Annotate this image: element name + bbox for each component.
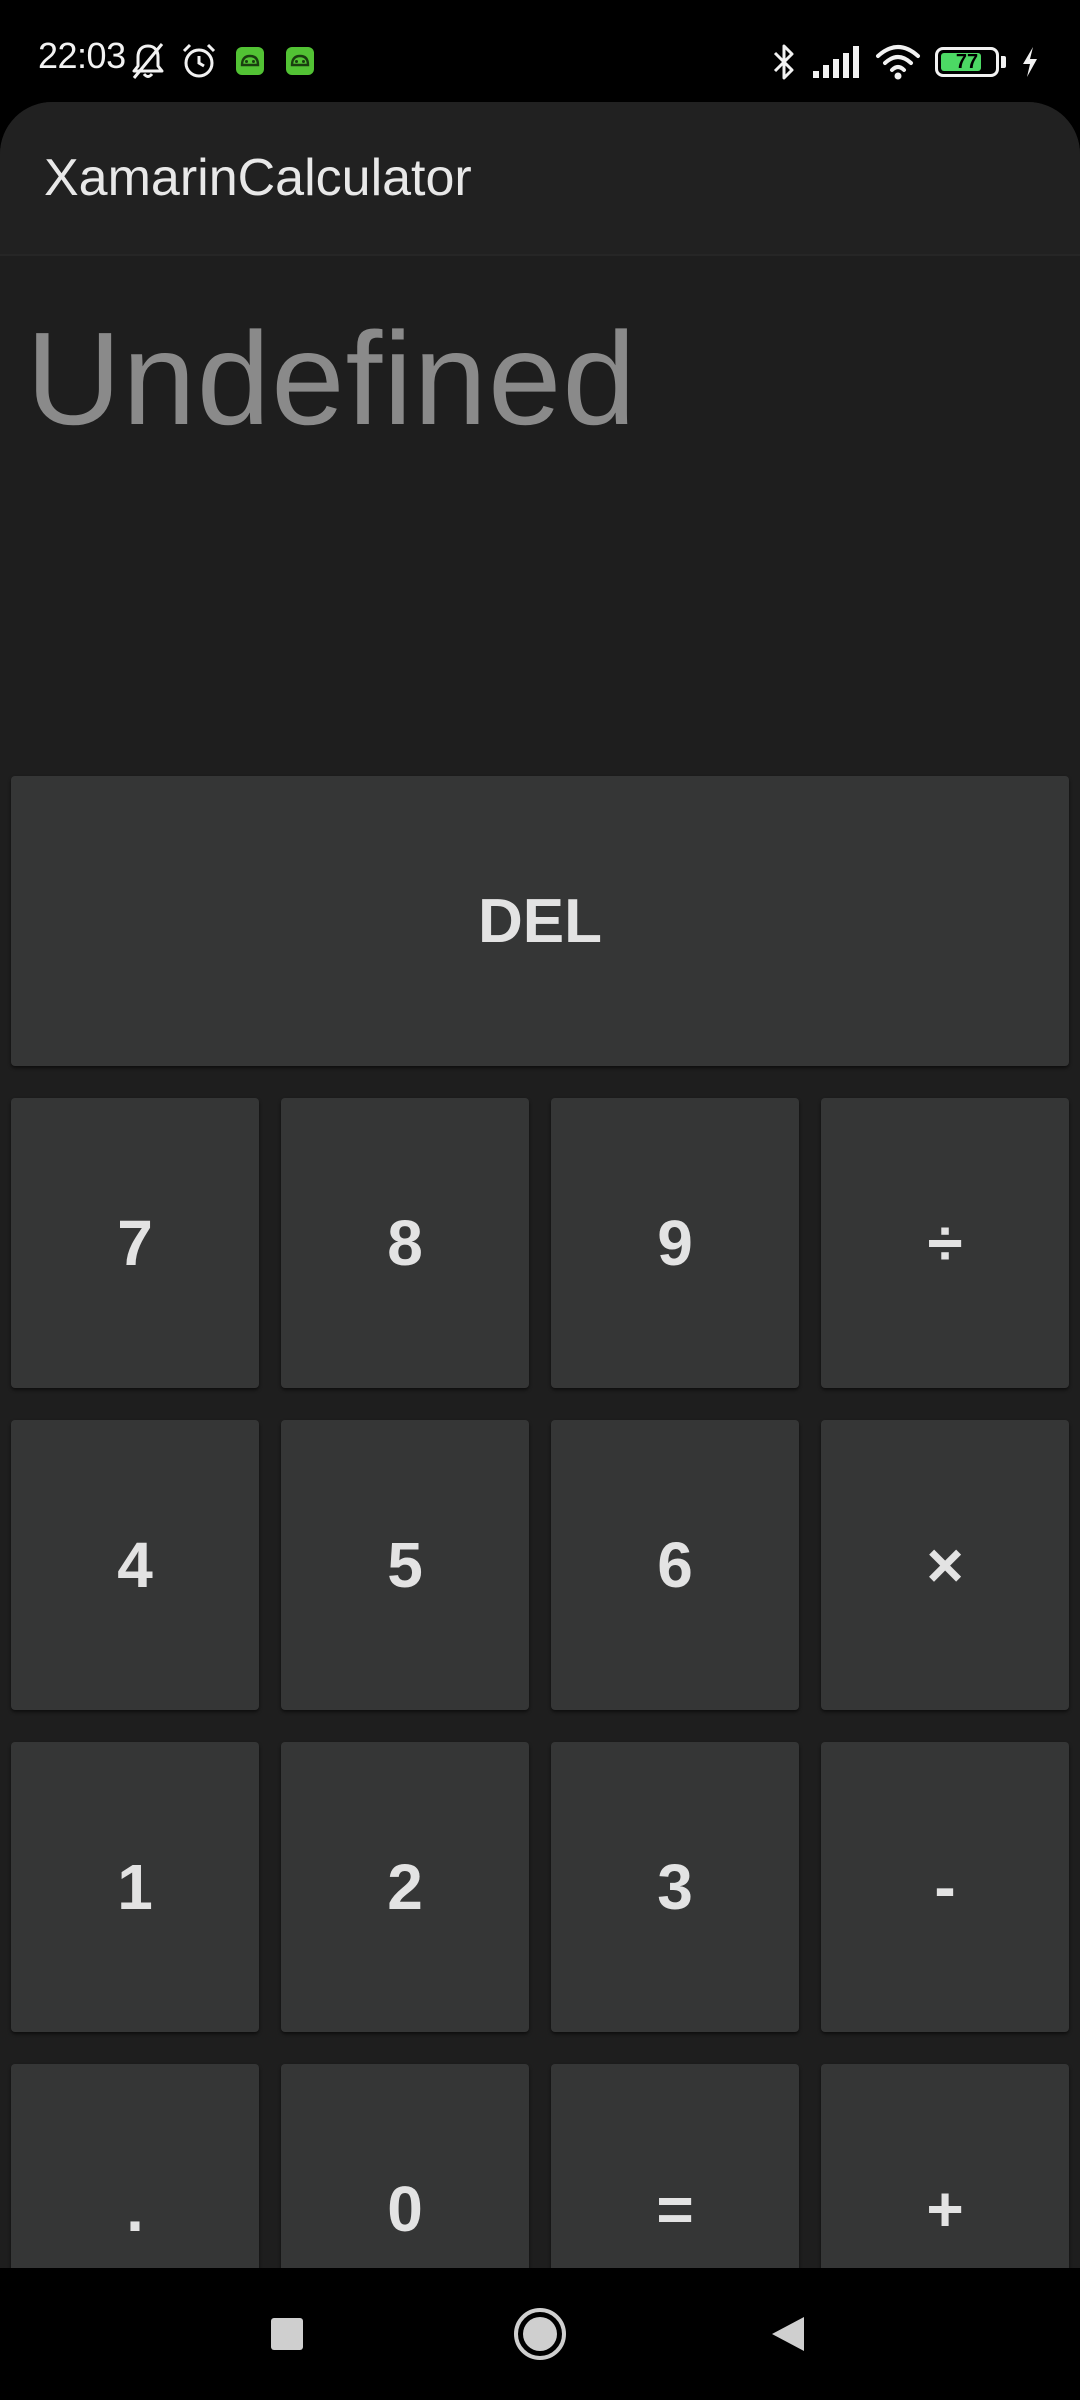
back-button[interactable] [758,2304,818,2364]
key-2[interactable]: 2 [281,1742,529,2032]
key-8[interactable]: 8 [281,1098,529,1388]
alarm-icon [180,42,218,80]
key-3[interactable]: 3 [551,1742,799,2032]
app-toolbar: XamarinCalculator [0,102,1080,256]
status-time: 22:03 [38,35,126,76]
recents-button[interactable] [257,2304,317,2364]
multiply-button[interactable]: × [821,1420,1069,1710]
bluetooth-icon [771,42,797,82]
wifi-icon [875,44,921,80]
add-button[interactable]: + [821,2064,1069,2268]
key-0[interactable]: 0 [281,2064,529,2268]
key-6[interactable]: 6 [551,1420,799,1710]
del-button[interactable]: DEL [11,776,1069,1066]
key-9[interactable]: 9 [551,1098,799,1388]
key-5[interactable]: 5 [281,1420,529,1710]
status-bar: 22:03 77 [0,0,1080,102]
key-7[interactable]: 7 [11,1098,259,1388]
android-notification-icon [232,43,268,79]
battery-body: 77 [935,47,999,77]
system-nav-bar [0,2268,1080,2400]
key-4[interactable]: 4 [11,1420,259,1710]
battery-cap [1001,56,1006,68]
equals-button[interactable]: = [551,2064,799,2268]
app-window: XamarinCalculator Undefined DEL 7 8 9 ÷ … [0,102,1080,2268]
app-title: XamarinCalculator [44,149,472,207]
back-triangle-icon [768,2314,808,2354]
cellular-signal-icon [811,44,861,80]
android-notification-icon [282,43,318,79]
home-circle-icon [512,2306,568,2362]
keypad: DEL 7 8 9 ÷ 4 5 6 × 1 2 3 - . 0 = + [0,672,1080,2268]
phone-screen: 22:03 77 XamarinCalculator Undefined DEL… [0,0,1080,2400]
subtract-button[interactable]: - [821,1742,1069,2032]
status-left-icons [130,42,318,80]
key-1[interactable]: 1 [11,1742,259,2032]
mute-bell-icon [130,42,166,80]
home-button[interactable] [510,2304,570,2364]
display-value: Undefined [26,305,637,452]
calculator-display: Undefined [0,256,1080,672]
decimal-button[interactable]: . [11,2064,259,2268]
recents-square-icon [269,2316,305,2352]
status-right-icons: 77 [771,42,1040,82]
divide-button[interactable]: ÷ [821,1098,1069,1388]
battery-icon: 77 [935,47,1006,77]
battery-level: 77 [955,51,979,73]
charging-bolt-icon [1020,45,1040,79]
